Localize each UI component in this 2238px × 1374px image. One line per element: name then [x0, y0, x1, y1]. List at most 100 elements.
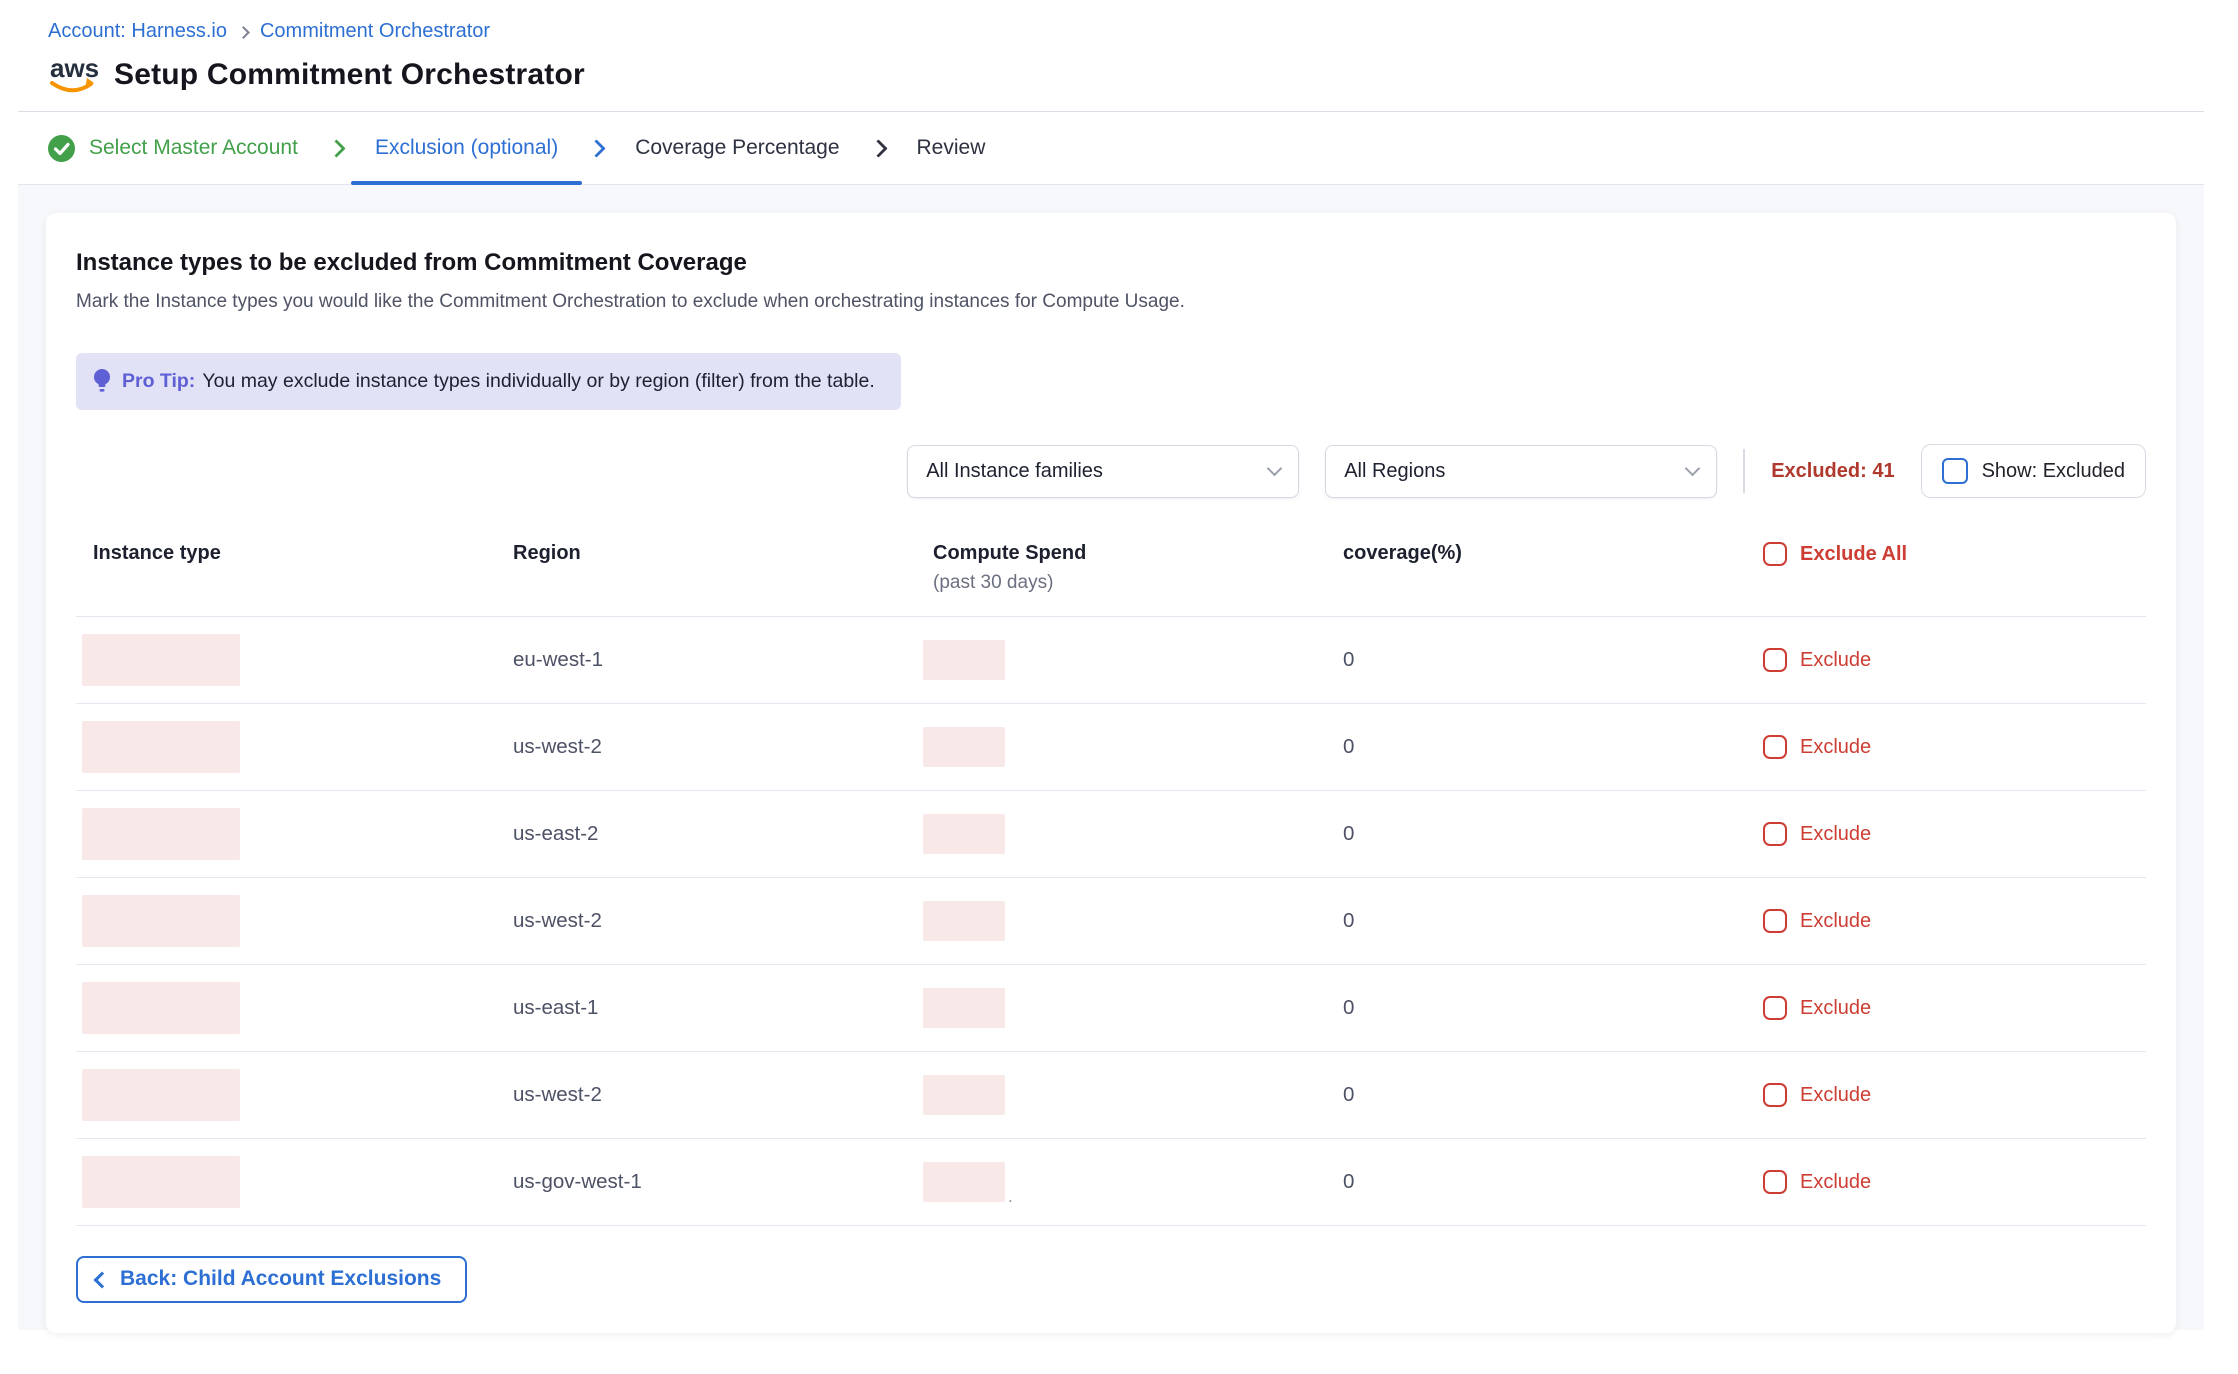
filter-divider [1743, 449, 1745, 493]
step-label: Select Master Account [89, 136, 298, 160]
card-heading: Instance types to be excluded from Commi… [76, 249, 2146, 277]
coverage-cell: 0 [1326, 735, 1746, 759]
exclude-control[interactable]: Exclude [1746, 735, 2146, 759]
region-cell: us-gov-west-1 [496, 1170, 916, 1194]
back-button-label: Back: Child Account Exclusions [120, 1267, 441, 1291]
redacted-compute-spend [923, 640, 1005, 680]
redacted-compute-spend [923, 727, 1005, 767]
coverage-cell: 0 [1326, 822, 1746, 846]
wizard-stepper: Select Master Account Exclusion (optiona… [18, 112, 2204, 185]
svg-text:aws: aws [50, 53, 98, 83]
coverage-cell: 0 [1326, 996, 1746, 1020]
exclude-control[interactable]: Exclude [1746, 648, 2146, 672]
exclude-label: Exclude [1800, 1171, 1871, 1194]
exclude-control[interactable]: Exclude [1746, 996, 2146, 1020]
table-row: us-west-2 0 Exclude [76, 1052, 2146, 1139]
coverage-cell: 0 [1326, 909, 1746, 933]
pro-tip-banner: Pro Tip: You may exclude instance types … [76, 353, 901, 410]
redacted-instance-type [82, 1156, 240, 1208]
show-excluded-checkbox[interactable] [1942, 458, 1968, 484]
instance-family-select[interactable]: All Instance families [907, 445, 1299, 498]
region-cell: us-east-2 [496, 822, 916, 846]
redacted-instance-type [82, 634, 240, 686]
table-row: eu-west-1 0 Exclude [76, 617, 2146, 704]
show-excluded-label: Show: Excluded [1982, 460, 2125, 483]
pro-tip-text: You may exclude instance types individua… [202, 370, 874, 392]
region-select[interactable]: All Regions [1325, 445, 1717, 498]
table-row: us-west-2 0 Exclude [76, 878, 2146, 965]
step-label: Exclusion (optional) [375, 136, 558, 160]
step-chevron-icon [327, 139, 345, 157]
lightbulb-icon [92, 368, 112, 395]
exclude-all-checkbox[interactable] [1763, 542, 1787, 566]
exclude-all-control[interactable]: Exclude All [1746, 542, 2146, 566]
exclude-control[interactable]: Exclude [1746, 822, 2146, 846]
exclude-control[interactable]: Exclude [1746, 1170, 2146, 1194]
exclude-checkbox[interactable] [1763, 822, 1787, 846]
exclude-checkbox[interactable] [1763, 1083, 1787, 1107]
redacted-instance-type [82, 895, 240, 947]
redacted-compute-spend [923, 814, 1005, 854]
breadcrumb-chevron-icon [237, 26, 250, 39]
exclude-all-label: Exclude All [1800, 543, 1907, 566]
exclude-label: Exclude [1800, 736, 1871, 759]
redacted-instance-type [82, 721, 240, 773]
table-row: us-east-1 0 Exclude [76, 965, 2146, 1052]
step-label: Coverage Percentage [635, 136, 839, 160]
step-coverage-percentage[interactable]: Coverage Percentage [635, 112, 839, 184]
back-button[interactable]: Back: Child Account Exclusions [76, 1256, 467, 1303]
main-content: Instance types to be excluded from Commi… [18, 185, 2204, 1330]
region-select-value: All Regions [1344, 460, 1445, 483]
redacted-instance-type [82, 808, 240, 860]
table-row: us-east-2 0 Exclude [76, 791, 2146, 878]
step-chevron-icon [588, 139, 606, 157]
col-header-region: Region [496, 542, 916, 565]
step-select-master-account[interactable]: Select Master Account [48, 112, 298, 184]
instance-exclusion-table: Instance type Region Compute Spend (past… [76, 542, 2146, 1226]
step-review[interactable]: Review [917, 112, 986, 184]
breadcrumb-module-link[interactable]: Commitment Orchestrator [260, 20, 490, 43]
filter-row: All Instance families All Regions Exclud… [76, 444, 2146, 498]
pro-tip-label: Pro Tip: [122, 370, 195, 392]
step-label: Review [917, 136, 986, 160]
exclude-control[interactable]: Exclude [1746, 909, 2146, 933]
redacted-compute-spend [923, 1162, 1005, 1202]
region-cell: us-west-2 [496, 1083, 916, 1107]
col-header-coverage: coverage(%) [1326, 542, 1746, 565]
exclusion-card: Instance types to be excluded from Commi… [46, 213, 2176, 1333]
redacted-compute-spend [923, 988, 1005, 1028]
card-subheading: Mark the Instance types you would like t… [76, 291, 2146, 313]
table-header-row: Instance type Region Compute Spend (past… [76, 542, 2146, 617]
region-cell: us-west-2 [496, 735, 916, 759]
exclude-label: Exclude [1800, 823, 1871, 846]
step-chevron-icon [869, 139, 887, 157]
col-header-instance-type: Instance type [76, 542, 496, 565]
chevron-down-icon [1267, 460, 1283, 476]
instance-family-select-value: All Instance families [926, 460, 1103, 483]
col-header-compute-spend: Compute Spend (past 30 days) [916, 542, 1326, 594]
step-exclusion[interactable]: Exclusion (optional) [375, 112, 558, 184]
exclude-label: Exclude [1800, 910, 1871, 933]
chevron-left-icon [94, 1271, 111, 1288]
app-container: Account: Harness.io Commitment Orchestra… [18, 0, 2204, 1330]
exclude-label: Exclude [1800, 1084, 1871, 1107]
redacted-compute-spend [923, 901, 1005, 941]
exclude-checkbox[interactable] [1763, 1170, 1787, 1194]
excluded-count-badge: Excluded: 41 [1771, 460, 1894, 483]
exclude-checkbox[interactable] [1763, 735, 1787, 759]
breadcrumb-account-link[interactable]: Account: Harness.io [48, 20, 227, 43]
coverage-cell: 0 [1326, 1083, 1746, 1107]
table-row: us-gov-west-1 . 0 Exclude [76, 1139, 2146, 1226]
page-header: Account: Harness.io Commitment Orchestra… [18, 0, 2204, 112]
exclude-checkbox[interactable] [1763, 996, 1787, 1020]
redacted-instance-type [82, 982, 240, 1034]
col-header-compute-spend-sub: (past 30 days) [933, 572, 1326, 594]
exclude-checkbox[interactable] [1763, 909, 1787, 933]
show-excluded-toggle[interactable]: Show: Excluded [1921, 444, 2146, 498]
exclude-control[interactable]: Exclude [1746, 1083, 2146, 1107]
exclude-checkbox[interactable] [1763, 648, 1787, 672]
aws-logo-icon: aws [48, 53, 98, 97]
redacted-compute-spend [923, 1075, 1005, 1115]
page-title: Setup Commitment Orchestrator [114, 58, 585, 92]
breadcrumb: Account: Harness.io Commitment Orchestra… [48, 20, 2174, 43]
